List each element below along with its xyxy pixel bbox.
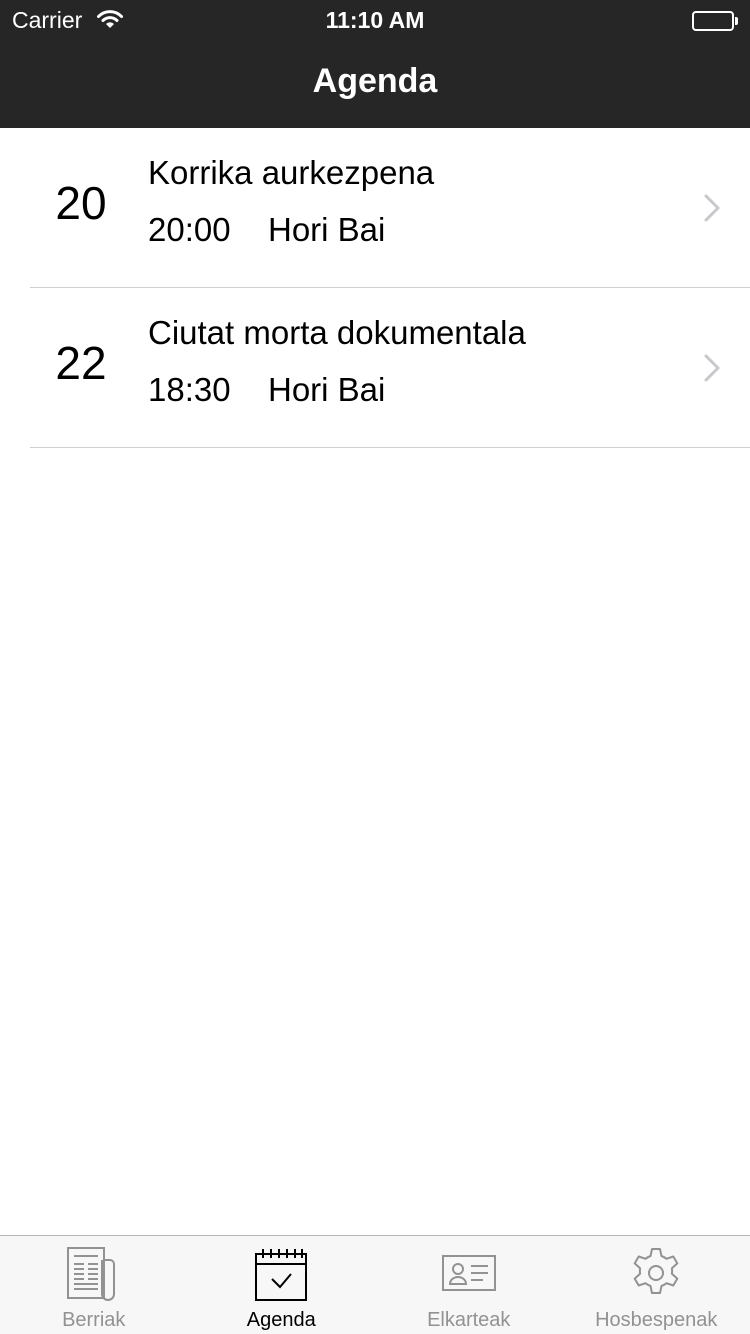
newspaper-icon: [65, 1246, 123, 1307]
tab-bar: Berriak Agenda Elkarteak Hosbespenak: [0, 1235, 750, 1334]
tab-label: Berriak: [62, 1309, 126, 1331]
contact-card-icon: [441, 1246, 497, 1307]
chevron-right-icon: [704, 194, 720, 227]
event-time: 20:00: [148, 211, 231, 248]
agenda-list: 20 Korrika aurkezpena 20:00 Hori Bai 22 …: [0, 128, 750, 448]
tab-label: Agenda: [246, 1309, 316, 1331]
event-title: Korrika aurkezpena: [148, 154, 435, 191]
event-row[interactable]: 22 Ciutat morta dokumentala 18:30 Hori B…: [0, 288, 750, 448]
gear-icon: [628, 1246, 684, 1307]
status-time: 11:10 AM: [325, 7, 425, 33]
tab-label: Elkarteak: [427, 1309, 511, 1331]
tab-hosbespenak[interactable]: Hosbespenak: [563, 1236, 750, 1334]
event-place: Hori Bai: [268, 371, 386, 408]
row-separator: [30, 447, 750, 448]
navigation-bar: Carrier 11:10 AM Agenda: [0, 0, 750, 128]
event-place: Hori Bai: [268, 211, 386, 248]
page-title: Agenda: [312, 62, 438, 100]
chevron-right-icon: [704, 354, 720, 387]
tab-elkarteak[interactable]: Elkarteak: [375, 1236, 563, 1334]
event-row[interactable]: 20 Korrika aurkezpena 20:00 Hori Bai: [0, 128, 750, 288]
battery-icon: [692, 11, 738, 31]
status-bar: Carrier 11:10 AM: [0, 0, 750, 40]
tab-agenda[interactable]: Agenda: [188, 1236, 376, 1334]
event-day: 22: [55, 337, 107, 389]
event-day: 20: [55, 177, 107, 229]
event-time: 18:30: [148, 371, 231, 408]
event-title: Ciutat morta dokumentala: [148, 314, 526, 351]
tab-label: Hosbespenak: [595, 1309, 718, 1331]
tab-berriak[interactable]: Berriak: [0, 1236, 188, 1334]
calendar-icon: [253, 1246, 309, 1307]
